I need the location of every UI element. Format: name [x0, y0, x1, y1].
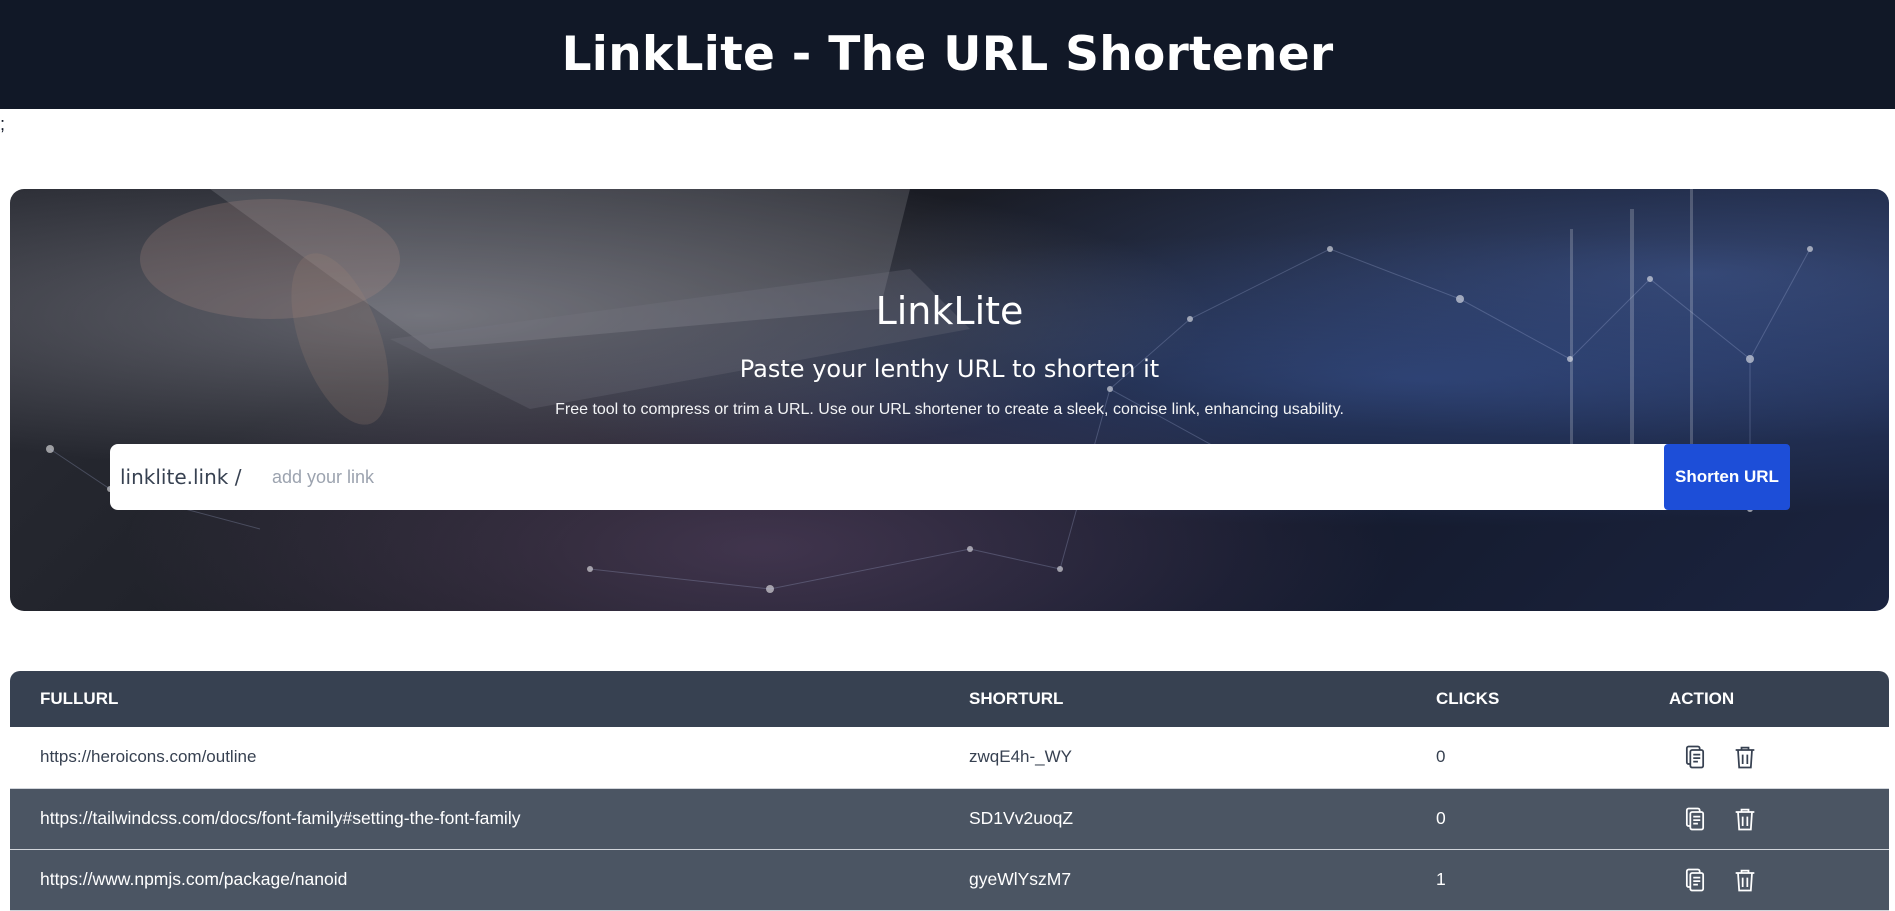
url-input[interactable] — [260, 465, 1664, 489]
clicks-cell: 1 — [1436, 869, 1446, 889]
row-actions — [1669, 803, 1889, 835]
domain-prefix: linklite.link / — [120, 465, 242, 489]
hero-title: LinkLite — [875, 289, 1024, 333]
column-header-fullurl: FullUrl — [40, 689, 119, 708]
app-title: LinkLite - The URL Shortener — [561, 27, 1334, 82]
table-header-row: FullUrl ShortUrl Clicks Action — [10, 671, 1889, 727]
short-url-cell[interactable]: gyeWlYszM7 — [939, 849, 1406, 910]
action-cell — [1639, 788, 1889, 849]
full-url-cell[interactable]: https://www.npmjs.com/package/nanoid — [10, 849, 939, 910]
column-header-shorturl: ShortUrl — [969, 689, 1064, 708]
hero-subtitle: Paste your lenthy URL to shorten it — [739, 355, 1160, 383]
hero-description: Free tool to compress or trim a URL. Use… — [555, 401, 1344, 418]
trash-icon[interactable] — [1729, 864, 1761, 896]
clipboard-copy-icon[interactable] — [1679, 741, 1711, 773]
action-cell — [1639, 849, 1889, 910]
trash-icon[interactable] — [1729, 741, 1761, 773]
app-header: LinkLite - The URL Shortener — [0, 0, 1895, 109]
shorten-form: linklite.link / Shorten URL — [110, 444, 1790, 510]
links-table-container: FullUrl ShortUrl Clicks Action https://h… — [10, 671, 1889, 911]
short-url-cell[interactable]: SD1Vv2uoqZ — [939, 788, 1406, 849]
hero-background-image — [46, 189, 1813, 593]
table-row: https://www.npmjs.com/package/nanoid gye… — [10, 849, 1889, 910]
table-row: https://heroicons.com/outline zwqE4h-_WY… — [10, 727, 1889, 788]
row-actions — [1669, 741, 1889, 773]
clipboard-copy-icon[interactable] — [1679, 803, 1711, 835]
table-row: https://tailwindcss.com/docs/font-family… — [10, 788, 1889, 849]
full-url-cell[interactable]: https://tailwindcss.com/docs/font-family… — [10, 788, 939, 849]
stray-text: ; — [0, 114, 6, 134]
column-header-action: Action — [1669, 689, 1735, 708]
clicks-cell: 0 — [1436, 747, 1446, 767]
links-table: FullUrl ShortUrl Clicks Action https://h… — [10, 671, 1889, 911]
row-actions — [1669, 864, 1889, 896]
hero-banner: LinkLite Paste your lenthy URL to shorte… — [10, 189, 1889, 611]
short-url-cell[interactable]: zwqE4h-_WY — [939, 727, 1406, 788]
clipboard-copy-icon[interactable] — [1679, 864, 1711, 896]
column-header-clicks: Clicks — [1436, 689, 1500, 708]
clicks-cell: 0 — [1436, 808, 1446, 828]
full-url-cell[interactable]: https://heroicons.com/outline — [10, 727, 939, 788]
trash-icon[interactable] — [1729, 803, 1761, 835]
action-cell — [1639, 727, 1889, 788]
shorten-url-button[interactable]: Shorten URL — [1664, 444, 1790, 510]
